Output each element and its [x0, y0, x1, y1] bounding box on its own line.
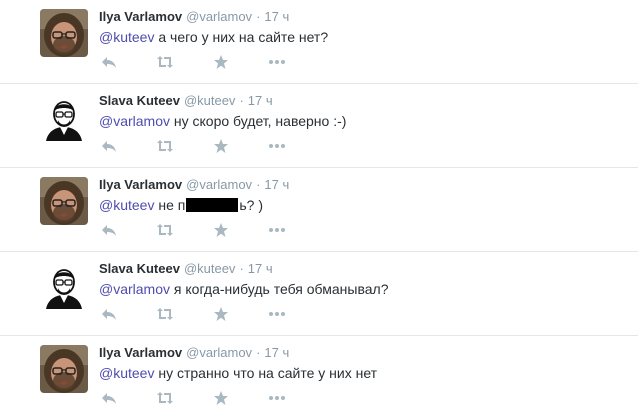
more-dots-icon[interactable] [267, 304, 287, 324]
mention-link[interactable]: @varlamov [99, 113, 170, 129]
reply-icon[interactable] [99, 52, 119, 72]
favorite-star-icon[interactable] [211, 304, 231, 324]
tweet-text: @varlamov ну скоро будет, наверно :-) [99, 112, 346, 130]
username[interactable]: @kuteev [184, 93, 236, 108]
tweet[interactable]: Slava Kuteev @kuteev · 17 ч @varlamov я ког… [0, 252, 638, 336]
separator-dot: · [256, 177, 261, 192]
tweet[interactable]: Ilya Varlamov @varlamov · 17 ч @kuteev ну с… [0, 336, 638, 420]
tweet-body: я когда-нибудь тебя обманывал? [170, 281, 389, 297]
retweet-icon[interactable] [155, 136, 175, 156]
more-dots-icon[interactable] [267, 136, 287, 156]
tweet[interactable]: Ilya Varlamov @varlamov · 17 ч @kuteev а че… [0, 0, 638, 84]
username[interactable]: @varlamov [186, 345, 252, 360]
avatar[interactable] [40, 177, 88, 225]
timestamp[interactable]: 17 ч [264, 177, 289, 192]
mention-link[interactable]: @kuteev [99, 365, 154, 381]
separator-dot: · [256, 9, 261, 24]
timestamp[interactable]: 17 ч [264, 345, 289, 360]
retweet-icon[interactable] [155, 388, 175, 408]
retweet-icon[interactable] [155, 304, 175, 324]
separator-dot: · [239, 261, 244, 276]
tweet-header: Ilya Varlamov @varlamov · 17 ч [99, 177, 289, 193]
reply-icon[interactable] [99, 220, 119, 240]
timestamp[interactable]: 17 ч [264, 9, 289, 24]
fullname[interactable]: Ilya Varlamov [99, 345, 182, 360]
tweet-header: Ilya Varlamov @varlamov · 17 ч [99, 9, 289, 25]
fullname[interactable]: Slava Kuteev [99, 261, 180, 276]
tweet-text: @kuteev ну странно что на сайте у них не… [99, 364, 377, 382]
avatar[interactable] [40, 345, 88, 393]
mention-link[interactable]: @kuteev [99, 29, 154, 45]
tweet-header: Ilya Varlamov @varlamov · 17 ч [99, 345, 289, 361]
avatar[interactable] [40, 261, 88, 309]
avatar[interactable] [40, 93, 88, 141]
retweet-icon[interactable] [155, 220, 175, 240]
favorite-star-icon[interactable] [211, 220, 231, 240]
tweet-body: а чего у них на сайте нет? [154, 29, 329, 45]
fullname[interactable]: Ilya Varlamov [99, 177, 182, 192]
redaction-box [186, 198, 239, 212]
favorite-star-icon[interactable] [211, 52, 231, 72]
more-dots-icon[interactable] [267, 388, 287, 408]
reply-icon[interactable] [99, 388, 119, 408]
retweet-icon[interactable] [155, 52, 175, 72]
fullname[interactable]: Slava Kuteev [99, 93, 180, 108]
tweet-text: @kuteev не п ь? ) [99, 196, 263, 214]
fullname[interactable]: Ilya Varlamov [99, 9, 182, 24]
reply-icon[interactable] [99, 136, 119, 156]
favorite-star-icon[interactable] [211, 388, 231, 408]
tweet[interactable]: Slava Kuteev @kuteev · 17 ч @varlamov ну ск… [0, 84, 638, 168]
tweet-text: @varlamov я когда-нибудь тебя обманывал? [99, 280, 388, 298]
mention-link[interactable]: @kuteev [99, 197, 154, 213]
favorite-star-icon[interactable] [211, 136, 231, 156]
separator-dot: · [239, 93, 244, 108]
tweet-text: @kuteev а чего у них на сайте нет? [99, 28, 328, 46]
separator-dot: · [256, 345, 261, 360]
tweet-header: Slava Kuteev @kuteev · 17 ч [99, 93, 273, 109]
more-dots-icon[interactable] [267, 52, 287, 72]
tweet-body: ну скоро будет, наверно :-) [170, 113, 347, 129]
tweet-body-start: не п [154, 197, 186, 213]
reply-icon[interactable] [99, 304, 119, 324]
tweet[interactable]: Ilya Varlamov @varlamov · 17 ч @kuteev не п… [0, 168, 638, 252]
mention-link[interactable]: @varlamov [99, 281, 170, 297]
timestamp[interactable]: 17 ч [248, 261, 273, 276]
tweet-header: Slava Kuteev @kuteev · 17 ч [99, 261, 273, 277]
timestamp[interactable]: 17 ч [248, 93, 273, 108]
avatar[interactable] [40, 9, 88, 57]
username[interactable]: @varlamov [186, 177, 252, 192]
tweet-body: ну странно что на сайте у них нет [154, 365, 378, 381]
more-dots-icon[interactable] [267, 220, 287, 240]
username[interactable]: @varlamov [186, 9, 252, 24]
username[interactable]: @kuteev [184, 261, 236, 276]
tweet-body-end: ь? ) [239, 197, 263, 213]
